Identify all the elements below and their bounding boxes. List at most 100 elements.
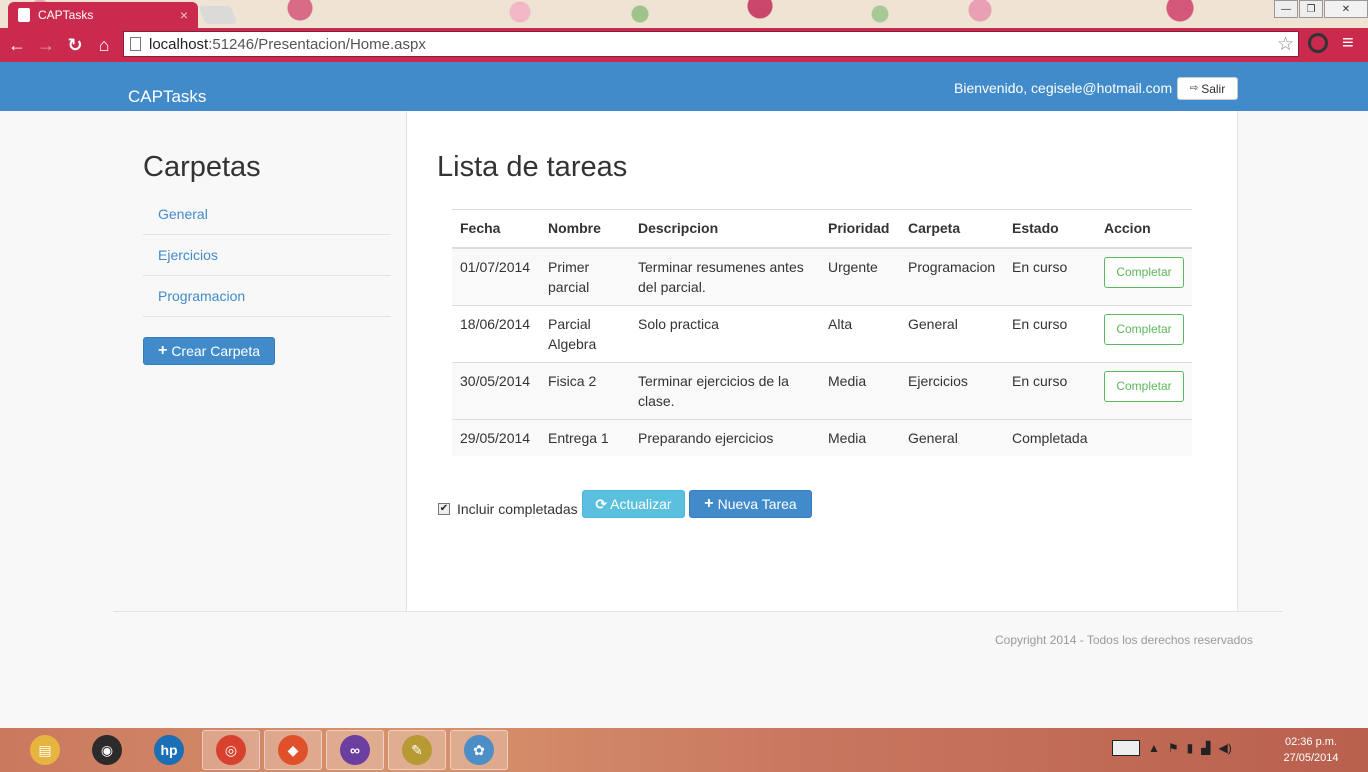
include-completed-checkbox[interactable]: ✔ bbox=[438, 503, 450, 515]
cell-prioridad: Media bbox=[820, 362, 900, 420]
column-header-descripcion: Descripcion bbox=[630, 209, 820, 249]
brand-link[interactable]: CAPTasks bbox=[128, 87, 206, 107]
chrome-icon: ◎ bbox=[216, 735, 246, 765]
taskbar-file-explorer-button[interactable]: ▤ bbox=[16, 730, 74, 770]
visual-studio-icon: ∞ bbox=[340, 735, 370, 765]
cell-accion: Completar bbox=[1096, 247, 1192, 306]
restore-button[interactable]: ❐ bbox=[1299, 0, 1323, 18]
table-header-row: Fecha Nombre Descripcion Prioridad Carpe… bbox=[452, 209, 1192, 249]
complete-task-button[interactable]: Completar bbox=[1104, 256, 1184, 288]
folder-list: General Ejercicios Programacion bbox=[143, 194, 391, 317]
cell-nombre: Fisica 2 bbox=[540, 362, 630, 420]
cell-carpeta: Ejercicios bbox=[900, 362, 1004, 420]
page-favicon-icon bbox=[18, 8, 30, 22]
cell-accion: Completar bbox=[1096, 305, 1192, 363]
create-folder-button[interactable]: + Crear Carpeta bbox=[143, 337, 275, 365]
reload-icon[interactable]: ↻ bbox=[63, 33, 87, 57]
taskbar-paint-button[interactable]: ✿ bbox=[450, 730, 508, 770]
cell-estado: En curso bbox=[1004, 305, 1096, 363]
complete-task-button[interactable]: Completar bbox=[1104, 313, 1184, 345]
url-host: localhost bbox=[149, 35, 209, 53]
taskbar-chrome-button[interactable]: ◎ bbox=[202, 730, 260, 770]
forward-icon[interactable]: → bbox=[34, 33, 58, 57]
browser-menu-icon[interactable]: ≡ bbox=[1342, 32, 1354, 55]
battery-icon[interactable]: ▮ bbox=[1187, 741, 1194, 755]
table-row: 01/07/2014 Primer parcial Terminar resum… bbox=[452, 247, 1192, 306]
back-icon[interactable]: ← bbox=[5, 33, 29, 57]
paint-icon: ✿ bbox=[464, 735, 494, 765]
tools-icon: ✎ bbox=[402, 735, 432, 765]
file-explorer-icon: ▤ bbox=[30, 735, 60, 765]
browser-tab[interactable]: CAPTasks × bbox=[8, 2, 198, 28]
table-row: 18/06/2014 Parcial Algebra Solo practica… bbox=[452, 305, 1192, 363]
cell-fecha: 30/05/2014 bbox=[452, 362, 540, 420]
app-navbar: CAPTasks Bienvenido, cegisele@hotmail.co… bbox=[0, 62, 1368, 111]
keyboard-icon[interactable] bbox=[1112, 740, 1140, 756]
address-bar[interactable]: localhost :51246/Presentacion/Home.aspx … bbox=[123, 31, 1299, 57]
folder-item-general[interactable]: General bbox=[143, 194, 391, 235]
new-tab-button[interactable] bbox=[198, 6, 238, 24]
close-window-button[interactable]: ✕ bbox=[1324, 0, 1368, 18]
table-row: 29/05/2014 Entrega 1 Preparando ejercici… bbox=[452, 419, 1192, 456]
network-icon[interactable]: ▟ bbox=[1201, 741, 1210, 755]
minimize-button[interactable]: — bbox=[1274, 0, 1298, 18]
window-controls: — ❐ ✕ bbox=[1273, 0, 1368, 18]
cell-fecha: 01/07/2014 bbox=[452, 247, 540, 306]
home-icon[interactable]: ⌂ bbox=[92, 33, 116, 57]
refresh-label: Actualizar bbox=[610, 496, 672, 512]
logout-button[interactable]: ⇨ Salir bbox=[1177, 77, 1238, 100]
taskbar-git-button[interactable]: ◆ bbox=[264, 730, 322, 770]
cell-carpeta: General bbox=[900, 305, 1004, 363]
column-header-prioridad: Prioridad bbox=[820, 209, 900, 249]
page-icon bbox=[130, 37, 141, 51]
cell-fecha: 18/06/2014 bbox=[452, 305, 540, 363]
cell-nombre: Parcial Algebra bbox=[540, 305, 630, 363]
cell-descripcion: Preparando ejercicios bbox=[630, 419, 820, 456]
windows-taskbar: ▤ ◉ hp ◎ ◆ ∞ ✎ ✿ ▲ ⚑ ▮ ▟ ◀) 02:36 p.m. 2… bbox=[0, 728, 1368, 772]
taskbar-media-player-button[interactable]: ◉ bbox=[78, 730, 136, 770]
git-icon: ◆ bbox=[278, 735, 308, 765]
complete-task-button[interactable]: Completar bbox=[1104, 370, 1184, 402]
browser-toolbar: ← → ↻ ⌂ localhost :51246/Presentacion/Ho… bbox=[0, 28, 1368, 62]
cell-estado: Completada bbox=[1004, 419, 1096, 456]
sidebar-title: Carpetas bbox=[143, 151, 261, 183]
cell-prioridad: Alta bbox=[820, 305, 900, 363]
new-task-label: Nueva Tarea bbox=[717, 496, 797, 512]
cell-prioridad: Media bbox=[820, 419, 900, 456]
taskbar-visual-studio-button[interactable]: ∞ bbox=[326, 730, 384, 770]
column-header-accion: Accion bbox=[1096, 209, 1192, 249]
logout-label: Salir bbox=[1201, 81, 1226, 96]
footer-divider bbox=[113, 611, 1283, 612]
media-player-icon: ◉ bbox=[92, 735, 122, 765]
cell-descripcion: Terminar resumenes antes del parcial. bbox=[630, 247, 820, 306]
new-task-button[interactable]: + Nueva Tarea bbox=[689, 490, 812, 518]
taskbar-clock[interactable]: 02:36 p.m. 27/05/2014 bbox=[1280, 734, 1342, 766]
taskbar-tools-button[interactable]: ✎ bbox=[388, 730, 446, 770]
flag-icon[interactable]: ⚑ bbox=[1168, 741, 1179, 755]
welcome-text: Bienvenido, cegisele@hotmail.com bbox=[954, 80, 1173, 96]
cell-carpeta: General bbox=[900, 419, 1004, 456]
volume-icon[interactable]: ◀) bbox=[1219, 741, 1232, 755]
clock-date: 27/05/2014 bbox=[1283, 752, 1339, 764]
column-header-carpeta: Carpeta bbox=[900, 209, 1004, 249]
page-title: Lista de tareas bbox=[437, 151, 628, 183]
cell-prioridad: Urgente bbox=[820, 247, 900, 306]
refresh-button[interactable]: ⟳ Actualizar bbox=[582, 490, 685, 518]
cell-accion bbox=[1096, 419, 1192, 456]
tab-close-icon[interactable]: × bbox=[180, 7, 188, 23]
tasks-table: Fecha Nombre Descripcion Prioridad Carpe… bbox=[452, 209, 1192, 456]
cell-accion: Completar bbox=[1096, 362, 1192, 420]
cell-nombre: Entrega 1 bbox=[540, 419, 630, 456]
system-tray: ▲ ⚑ ▮ ▟ ◀) bbox=[1112, 740, 1232, 756]
cell-carpeta: Programacion bbox=[900, 247, 1004, 306]
taskbar-hp-button[interactable]: hp bbox=[140, 730, 198, 770]
cell-estado: En curso bbox=[1004, 362, 1096, 420]
column-header-nombre: Nombre bbox=[540, 209, 630, 249]
folder-item-ejercicios[interactable]: Ejercicios bbox=[143, 235, 391, 276]
tray-expand-icon[interactable]: ▲ bbox=[1148, 741, 1160, 755]
plus-icon: + bbox=[157, 342, 168, 359]
bookmark-star-icon[interactable]: ☆ bbox=[1277, 33, 1294, 56]
hp-icon: hp bbox=[154, 735, 184, 765]
extension-icon[interactable] bbox=[1308, 33, 1328, 53]
folder-item-programacion[interactable]: Programacion bbox=[143, 276, 391, 317]
